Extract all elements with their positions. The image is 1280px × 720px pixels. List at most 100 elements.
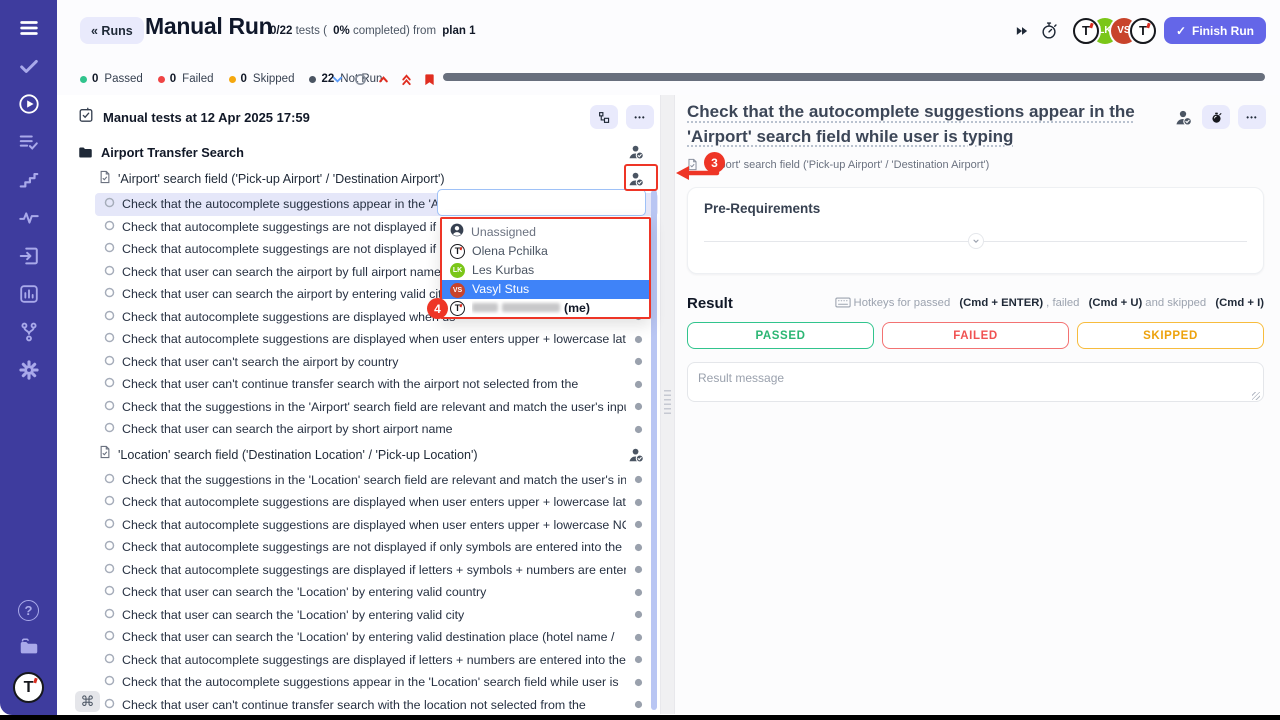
command-key-icon: ⌘ — [75, 691, 100, 712]
more-options-button[interactable] — [626, 105, 654, 129]
tree-view-button[interactable] — [590, 105, 618, 129]
breadcrumb[interactable]: 'Airport' search field ('Pick-up Airport… — [687, 158, 1266, 171]
test-row[interactable]: Check that the suggestions in the 'Airpo… — [95, 396, 658, 419]
annotation-step-4-badge: 4 — [427, 298, 448, 319]
assignee-option[interactable]: T(me) — [442, 299, 649, 318]
test-circle-icon — [104, 471, 115, 489]
activity-icon[interactable] — [17, 206, 41, 230]
topbar-actions: TLKVST Finish Run — [1011, 17, 1266, 44]
status-dot — [229, 76, 236, 83]
status-dot-icon — [626, 380, 643, 389]
circle-filter-icon[interactable] — [353, 72, 368, 87]
suite-row[interactable]: 'Location' search field ('Destination Lo… — [57, 441, 660, 469]
test-row[interactable]: Check that user can search the 'Location… — [95, 581, 658, 604]
assignee-option[interactable]: LKLes Kurbas — [442, 260, 649, 279]
status-dot-icon — [626, 678, 643, 687]
test-row[interactable]: Check that autocomplete suggestions are … — [95, 328, 658, 351]
tests-pane-header: Manual tests at 12 Apr 2025 17:59 — [57, 95, 660, 139]
branch-icon[interactable] — [17, 320, 41, 344]
test-row[interactable]: Check that autocomplete suggestions are … — [95, 514, 658, 537]
check-icon — [1176, 24, 1186, 38]
status-dot-icon — [626, 335, 643, 344]
chevron-up-icon[interactable] — [376, 72, 391, 87]
chevron-down-icon[interactable] — [330, 72, 345, 87]
test-row[interactable]: Check that user can't continue transfer … — [95, 373, 658, 396]
tests-scrollbar[interactable] — [651, 190, 657, 710]
test-row[interactable]: Check that user can't continue transfer … — [95, 694, 658, 716]
list-check-icon[interactable] — [17, 130, 41, 154]
result-pass-button[interactable]: PASSED — [687, 322, 874, 349]
status-dot-icon — [626, 402, 643, 411]
result-fail-button[interactable]: FAILED — [882, 322, 1069, 349]
runs-back-button[interactable]: « Runs — [80, 17, 144, 44]
test-row[interactable]: Check that autocomplete suggestings are … — [95, 649, 658, 672]
pre-requirements-card: Pre-Requirements — [687, 187, 1264, 274]
test-circle-icon — [104, 195, 115, 213]
status-dot-icon — [626, 633, 643, 642]
status-dot-icon — [626, 700, 643, 709]
fast-forward-icon[interactable] — [1011, 20, 1033, 42]
timer-button[interactable] — [1202, 105, 1230, 129]
test-title: Check that the autocomplete suggestions … — [687, 100, 1192, 149]
result-title: Result — [687, 295, 733, 312]
assign-user-icon[interactable] — [619, 170, 645, 188]
test-row[interactable]: Check that the suggestions in the 'Locat… — [95, 469, 658, 492]
play-icon[interactable] — [17, 92, 41, 116]
menu-icon[interactable] — [17, 16, 41, 40]
expand-toggle[interactable] — [968, 233, 984, 249]
assignee-option[interactable]: Unassigned — [442, 222, 649, 241]
stopwatch-icon[interactable] — [1039, 20, 1061, 42]
app-logo[interactable]: T — [13, 672, 44, 703]
import-icon[interactable] — [17, 244, 41, 268]
status-dot-icon — [626, 588, 643, 597]
status-dot — [80, 76, 87, 83]
double-chevron-up-icon[interactable] — [399, 72, 414, 87]
steps-icon[interactable] — [17, 168, 41, 192]
result-message-input[interactable] — [687, 362, 1264, 402]
assignee-search-input[interactable] — [437, 189, 646, 216]
tests-count: 0/22 — [270, 25, 292, 37]
participant-avatars: TLKVST — [1073, 18, 1156, 44]
status-dot-icon — [626, 655, 643, 664]
annotation-step-3-badge: 3 — [704, 152, 725, 173]
test-circle-icon — [104, 375, 115, 393]
test-row[interactable]: Check that autocomplete suggestions are … — [95, 491, 658, 514]
assign-user-icon[interactable] — [619, 446, 645, 464]
assignee-option[interactable]: TOlena Pchilka — [442, 241, 649, 260]
assign-user-icon[interactable] — [619, 143, 645, 161]
status-dot-icon — [626, 498, 643, 507]
stat-failed: 0Failed — [158, 73, 214, 85]
test-row[interactable]: Check that autocomplete suggestings are … — [95, 559, 658, 582]
finish-run-button[interactable]: Finish Run — [1164, 17, 1266, 44]
resizer-grip-icon — [664, 390, 671, 416]
more-test-options-button[interactable] — [1238, 105, 1266, 129]
test-row[interactable]: Check that autocomplete suggestings are … — [95, 536, 658, 559]
projects-icon[interactable] — [17, 635, 41, 659]
test-row[interactable]: Check that user can search the airport b… — [95, 418, 658, 441]
help-icon[interactable]: ? — [17, 598, 41, 622]
avatar[interactable]: T — [1130, 18, 1156, 44]
test-circle-icon — [104, 218, 115, 236]
test-actions — [1172, 105, 1266, 129]
test-circle-icon — [104, 628, 115, 646]
test-row[interactable]: Check that user can search the 'Location… — [95, 626, 658, 649]
avatar: T — [450, 300, 465, 316]
test-row[interactable]: Check that user can't search the airport… — [95, 351, 658, 374]
result-skip-button[interactable]: SKIPPED — [1077, 322, 1264, 349]
bookmark-icon[interactable] — [422, 72, 437, 87]
folder-row[interactable]: Airport Transfer Search — [57, 139, 660, 165]
avatar[interactable]: T — [1073, 18, 1099, 44]
tests-pane: Manual tests at 12 Apr 2025 17:59 Airpor… — [57, 95, 660, 714]
test-row[interactable]: Check that user can search the 'Location… — [95, 604, 658, 627]
test-row[interactable]: Check that the autocomplete suggestions … — [95, 671, 658, 694]
pane-resizer[interactable] — [660, 95, 675, 714]
assign-user-icon[interactable] — [1172, 106, 1194, 128]
settings-icon[interactable] — [17, 358, 41, 382]
test-circle-icon — [104, 263, 115, 281]
test-circle-icon — [104, 240, 115, 258]
test-circle-icon — [104, 308, 115, 326]
status-dot-icon — [626, 425, 643, 434]
check-icon[interactable] — [17, 54, 41, 78]
assignee-option[interactable]: VSVasyl Stus — [442, 280, 649, 299]
report-icon[interactable] — [17, 282, 41, 306]
